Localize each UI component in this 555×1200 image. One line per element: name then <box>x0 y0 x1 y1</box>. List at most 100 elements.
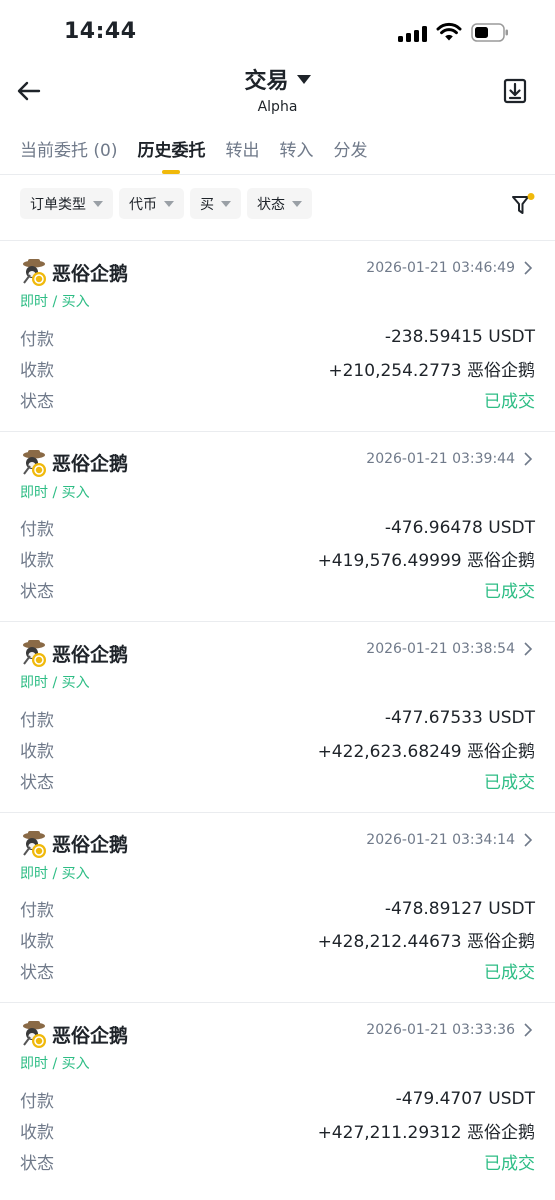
token-name: 恶俗企鹅 <box>52 262 129 285</box>
filter-icon[interactable] <box>510 192 536 218</box>
receive-row: 收款 +428,212.44673 恶俗企鹅 <box>20 929 535 952</box>
filter-side[interactable]: 买 <box>190 188 241 219</box>
order-item[interactable]: 恶俗企鹅 2026-01-21 03:33:36 即时 / 买入 付款 -479.… <box>0 1002 555 1193</box>
order-item[interactable]: 恶俗企鹅 2026-01-21 03:38:54 即时 / 买入 付款 -477.… <box>0 621 555 812</box>
filter-order-type[interactable]: 订单类型 <box>20 188 113 219</box>
order-header: 恶俗企鹅 <box>20 829 128 859</box>
filter-label: 买 <box>200 196 214 213</box>
pay-label: 付款 <box>20 520 54 540</box>
status-row: 状态 已成交 <box>20 388 535 412</box>
caret-down-icon <box>292 200 302 207</box>
receive-value: +428,212.44673 恶俗企鹅 <box>317 932 535 952</box>
status-label: 状态 <box>20 582 54 602</box>
status-row: 状态 已成交 <box>20 579 535 602</box>
chevron-right-icon <box>524 1023 533 1037</box>
pay-row: 付款 -479.4707 USDT <box>20 1088 535 1112</box>
header: 交易 Alpha <box>0 62 555 124</box>
token-name: 恶俗企鹅 <box>52 453 129 475</box>
caret-down-icon <box>93 200 103 207</box>
order-time: 2026-01-21 03:38:54 <box>366 641 515 657</box>
status-label: 状态 <box>20 772 54 793</box>
receive-label: 收款 <box>20 1122 54 1143</box>
order-item[interactable]: 恶俗企鹅 2026-01-21 03:34:14 即时 / 买入 付款 -478.… <box>0 811 555 1003</box>
tab-transfer-out[interactable]: 转出 <box>225 136 259 176</box>
receive-label: 收款 <box>20 360 54 381</box>
caret-down-icon <box>164 200 174 207</box>
status-value: 已成交 <box>484 963 535 983</box>
pay-row: 付款 -477.67533 USDT <box>20 707 535 731</box>
order-time: 2026-01-21 03:39:44 <box>366 450 515 467</box>
page-title: 交易 <box>244 69 289 94</box>
pay-label: 付款 <box>20 329 54 350</box>
pay-value: -478.89127 USDT <box>384 898 535 919</box>
filter-status[interactable]: 状态 <box>247 188 312 219</box>
pay-row: 付款 -238.59415 USDT <box>20 326 535 350</box>
receive-label: 收款 <box>20 741 54 762</box>
pay-value: -479.4707 USDT <box>395 1089 535 1109</box>
receive-label: 收款 <box>20 932 54 952</box>
order-list: 恶俗企鹅 2026-01-21 03:46:49 即时 / 买入 付款 -238.… <box>0 240 555 1193</box>
wifi-icon <box>436 22 462 41</box>
order-type: 即时 / 买入 <box>20 484 90 501</box>
caret-down-icon <box>296 74 311 84</box>
battery-icon <box>471 23 508 42</box>
status-label: 状态 <box>20 963 54 983</box>
order-item[interactable]: 恶俗企鹅 2026-01-21 03:46:49 即时 / 买入 付款 -238.… <box>0 240 555 431</box>
filter-token[interactable]: 代币 <box>119 188 184 219</box>
order-time: 2026-01-21 03:33:36 <box>366 1022 515 1038</box>
tab-transfer-in[interactable]: 转入 <box>279 136 313 176</box>
title-dropdown[interactable]: 交易 <box>244 63 311 95</box>
receive-row: 收款 +427,211.29312 恶俗企鹅 <box>20 1119 535 1143</box>
receive-value: +427,211.29312 恶俗企鹅 <box>317 1122 535 1143</box>
pay-row: 付款 -478.89127 USDT <box>20 898 535 922</box>
filter-bar: 订单类型 代币 买 状态 <box>20 188 312 219</box>
token-avatar-icon <box>23 640 46 667</box>
status-row: 状态 已成交 <box>20 1150 535 1174</box>
caret-down-icon <box>221 200 231 207</box>
page-subtitle: Alpha <box>257 99 298 115</box>
chevron-right-icon <box>524 451 533 466</box>
token-avatar-icon <box>23 830 46 858</box>
token-name: 恶俗企鹅 <box>52 1024 129 1047</box>
receive-row: 收款 +419,576.49999 恶俗企鹅 <box>20 548 535 571</box>
download-icon[interactable] <box>503 78 527 104</box>
token-avatar-icon <box>23 1021 46 1048</box>
status-value: 已成交 <box>484 391 535 412</box>
order-type: 即时 / 买入 <box>20 294 90 310</box>
tab-order-history[interactable]: 历史委托 <box>137 136 205 176</box>
status-value: 已成交 <box>484 772 535 793</box>
status-row: 状态 已成交 <box>20 960 535 983</box>
chevron-right-icon <box>524 261 533 275</box>
order-header: 恶俗企鹅 <box>20 448 128 478</box>
order-time: 2026-01-21 03:46:49 <box>366 260 515 276</box>
order-header: 恶俗企鹅 <box>20 638 128 668</box>
token-avatar-icon <box>23 259 46 286</box>
order-type: 即时 / 买入 <box>20 865 90 882</box>
receive-value: +419,576.49999 恶俗企鹅 <box>317 551 535 571</box>
pay-label: 付款 <box>20 1091 54 1112</box>
pay-value: -476.96478 USDT <box>384 517 535 538</box>
filter-label: 订单类型 <box>30 196 86 213</box>
receive-label: 收款 <box>20 551 54 571</box>
tabs-divider <box>0 174 555 175</box>
order-tabs: 当前委托 (0) 历史委托 转出 转入 分发 <box>20 136 367 176</box>
tab-distribution[interactable]: 分发 <box>333 136 367 176</box>
token-name: 恶俗企鹅 <box>52 643 129 666</box>
status-bar: 14:44 <box>0 0 555 62</box>
status-value: 已成交 <box>484 582 535 602</box>
status-value: 已成交 <box>484 1153 535 1174</box>
receive-value: +210,254.2773 恶俗企鹅 <box>328 360 535 381</box>
pay-value: -238.59415 USDT <box>384 327 535 347</box>
tab-current-orders[interactable]: 当前委托 (0) <box>20 136 117 176</box>
token-avatar-icon <box>23 449 46 477</box>
order-item[interactable]: 恶俗企鹅 2026-01-21 03:39:44 即时 / 买入 付款 -476.… <box>0 430 555 622</box>
receive-row: 收款 +422,623.68249 恶俗企鹅 <box>20 738 535 762</box>
status-label: 状态 <box>20 391 54 412</box>
status-time: 14:44 <box>64 19 137 44</box>
pay-value: -477.67533 USDT <box>384 708 535 728</box>
order-header: 恶俗企鹅 <box>20 1019 128 1049</box>
pay-row: 付款 -476.96478 USDT <box>20 517 535 541</box>
pay-label: 付款 <box>20 901 54 921</box>
pay-label: 付款 <box>20 710 54 731</box>
signal-icon <box>398 26 428 42</box>
